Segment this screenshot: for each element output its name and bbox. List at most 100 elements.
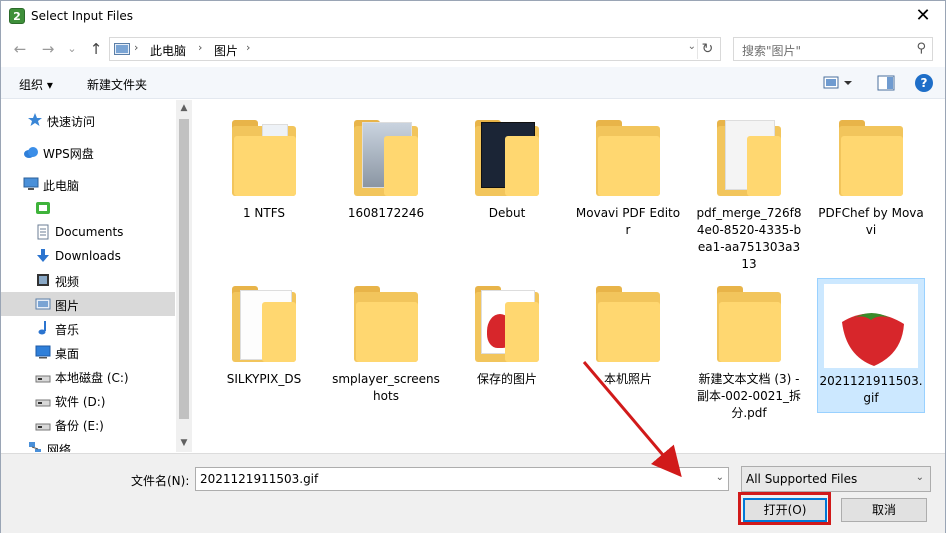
computer-icon <box>23 177 39 190</box>
file-item-label: 1608172246 <box>347 206 425 220</box>
folder-icon <box>475 118 539 196</box>
downloads-icon <box>37 249 49 262</box>
filename-input[interactable]: 2021121911503.gif ⌄ <box>195 467 729 491</box>
breadcrumb-sep: › <box>134 41 139 54</box>
cloud-icon <box>24 147 38 158</box>
window-title: Select Input Files <box>31 9 134 23</box>
disk-icon <box>35 375 51 383</box>
pictures-folder-icon <box>114 43 130 55</box>
sidebar-item-label: 此电脑 <box>43 179 80 193</box>
scroll-up-icon[interactable]: ▲ <box>179 103 189 113</box>
breadcrumb-sep: › <box>198 41 203 54</box>
navigation-bar: ← → ⌄ ↑ › 此电脑 › 图片 › ⌄ ↻ 搜索"图片" ⚲ <box>1 32 945 66</box>
sidebar-item[interactable]: 本地磁盘 (C:) <box>1 364 175 388</box>
file-item-label: 新建文本文档 (3) - 副本-002-0021_拆分.pdf <box>696 372 802 420</box>
disk-icon <box>35 399 51 407</box>
file-item-label: Movavi PDF Editor <box>575 206 681 237</box>
sidebar-item-label: Documents <box>55 225 124 239</box>
chevron-down-icon[interactable]: ⌄ <box>916 472 924 483</box>
sidebar-scroll-thumb[interactable] <box>179 119 189 419</box>
strawberry-thumbnail-icon <box>824 284 918 368</box>
filetype-value: All Supported Files <box>746 472 858 486</box>
search-placeholder: 搜索"图片" <box>742 44 802 58</box>
folder-icon <box>596 284 660 362</box>
file-item-label: Debut <box>488 206 526 220</box>
sidebar-item[interactable]: WPS网盘 <box>1 140 175 164</box>
sidebar-item[interactable] <box>1 196 175 220</box>
file-dialog-window: 2 Select Input Files ✕ ← → ⌄ ↑ › 此电脑 › 图… <box>0 0 946 533</box>
folder-icon <box>354 284 418 362</box>
help-icon[interactable]: ? <box>915 74 933 92</box>
sidebar-item[interactable]: 此电脑 <box>1 172 175 196</box>
open-button-highlight <box>738 492 831 525</box>
scroll-down-icon[interactable]: ▼ <box>179 438 189 448</box>
sidebar-item[interactable]: 桌面 <box>1 340 175 364</box>
sidebar-item[interactable]: 视频 <box>1 268 175 292</box>
folder-icon <box>475 284 539 362</box>
file-item-label: PDFChef by Movavi <box>818 206 924 237</box>
sidebar-item-label: 备份 (E:) <box>55 419 104 433</box>
sidebar-item[interactable]: 音乐 <box>1 316 175 340</box>
file-item-label: 保存的图片 <box>476 372 537 386</box>
new-folder-button[interactable]: 新建文件夹 <box>87 76 147 93</box>
up-arrow-icon[interactable]: ↑ <box>87 40 105 58</box>
breadcrumb-this-pc[interactable]: 此电脑 <box>150 42 186 59</box>
back-arrow-icon[interactable]: ← <box>11 40 29 58</box>
recent-locations-icon[interactable]: ⌄ <box>63 40 81 58</box>
close-icon[interactable]: ✕ <box>907 3 939 29</box>
refresh-icon[interactable]: ↻ <box>697 39 717 59</box>
sidebar-item-label: 音乐 <box>55 323 80 337</box>
sidebar-item[interactable]: 图片 <box>1 292 175 316</box>
disk-icon <box>35 423 51 431</box>
file-item-label: pdf_merge_726f84e0-8520-4335-bea1-aa7513… <box>696 206 802 271</box>
sidebar-item[interactable]: 网络 <box>1 436 175 452</box>
address-bar[interactable]: › 此电脑 › 图片 › ⌄ ↻ <box>109 37 721 61</box>
chevron-down-icon[interactable]: ⌄ <box>688 41 696 52</box>
star-icon <box>28 113 42 126</box>
forward-arrow-icon[interactable]: → <box>39 40 57 58</box>
filename-value: 2021121911503.gif <box>200 472 319 486</box>
sidebar-item-label: 本地磁盘 (C:) <box>55 371 129 385</box>
folder-icon <box>232 118 296 196</box>
cancel-button[interactable]: 取消 <box>841 498 927 522</box>
folder-icon <box>596 118 660 196</box>
toolbar: 组织 ▾ 新建文件夹 ? <box>1 67 945 99</box>
view-options-icon[interactable] <box>823 75 853 91</box>
breadcrumb-pictures[interactable]: 图片 <box>214 42 238 59</box>
documents-icon <box>37 224 49 240</box>
sidebar-item-label: 网络 <box>47 443 72 452</box>
sidebar-item[interactable]: Documents <box>1 220 175 244</box>
preview-pane-icon[interactable] <box>877 75 895 91</box>
drive-green-icon <box>36 202 50 214</box>
folder-icon <box>839 118 903 196</box>
chevron-down-icon[interactable]: ⌄ <box>716 472 724 483</box>
video-icon <box>37 274 49 286</box>
organize-button[interactable]: 组织 ▾ <box>19 76 53 93</box>
desktop-icon <box>35 345 51 359</box>
sidebar-item-label: 快速访问 <box>47 115 96 129</box>
sidebar-item[interactable]: 备份 (E:) <box>1 412 175 436</box>
file-item-label: 2021121911503.gif <box>819 374 923 405</box>
folder-icon <box>717 118 781 196</box>
search-box[interactable]: 搜索"图片" ⚲ <box>733 37 933 61</box>
pictures-icon <box>35 298 51 310</box>
title-bar: 2 Select Input Files ✕ <box>1 1 945 32</box>
sidebar-item-label: WPS网盘 <box>43 147 94 161</box>
sidebar-item[interactable]: Downloads <box>1 244 175 268</box>
filetype-select[interactable]: All Supported Files ⌄ <box>741 466 931 492</box>
sidebar-item[interactable]: 软件 (D:) <box>1 388 175 412</box>
file-item-label: 1 NTFS <box>242 206 286 220</box>
app-icon: 2 <box>9 8 25 24</box>
folder-icon <box>232 284 296 362</box>
sidebar-item[interactable]: 快速访问 <box>1 108 175 132</box>
breadcrumb-sep: › <box>246 41 251 54</box>
folder-icon <box>717 284 781 362</box>
filename-label: 文件名(N): <box>131 474 190 488</box>
sidebar-item-label: Downloads <box>55 249 121 263</box>
music-icon <box>38 321 46 335</box>
network-icon <box>29 442 41 452</box>
sidebar-item-label: 桌面 <box>55 347 80 361</box>
search-icon[interactable]: ⚲ <box>916 41 926 56</box>
sidebar-item-label: 软件 (D:) <box>55 395 106 409</box>
file-item-label: 本机照片 <box>603 372 652 386</box>
